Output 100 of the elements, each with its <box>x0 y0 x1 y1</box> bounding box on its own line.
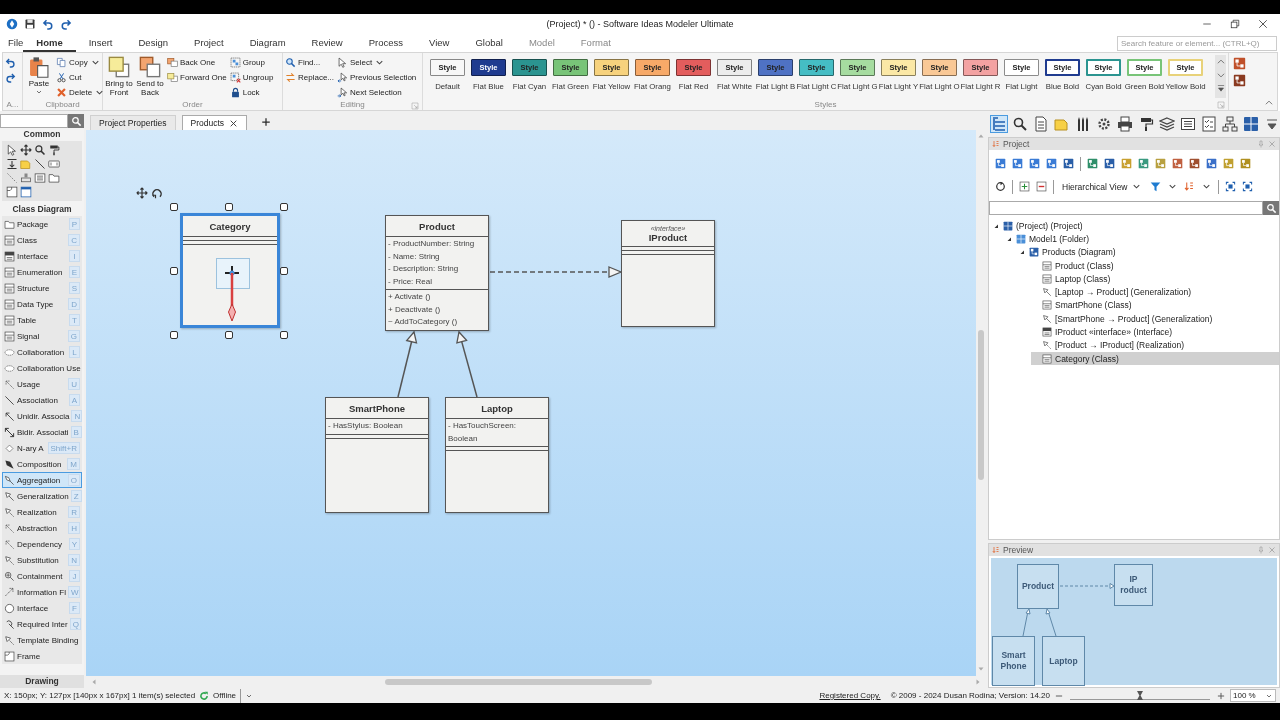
chevron-up-icon[interactable] <box>1264 98 1274 108</box>
class-box[interactable]: SmartPhone - HasStylus: Boolean <box>325 397 429 513</box>
menu-tab[interactable]: Project <box>181 34 237 52</box>
toolbox-item[interactable]: Collaboration Use <box>2 360 82 376</box>
resize-handle[interactable] <box>170 331 178 339</box>
search-icon[interactable] <box>34 144 46 156</box>
minus-box-icon[interactable] <box>1036 181 1047 192</box>
replace-button[interactable]: Replace... <box>285 70 335 84</box>
pointer-icon[interactable] <box>6 144 18 156</box>
search-field[interactable] <box>0 114 68 128</box>
toolbox-item[interactable]: Bidir. Associati B <box>2 424 82 440</box>
checklist-icon[interactable] <box>1201 116 1217 132</box>
toolbox-item[interactable]: Interface I <box>2 248 82 264</box>
generalization-arrow[interactable] <box>397 330 418 398</box>
toolbox-item[interactable]: Package P <box>2 216 82 232</box>
diagram-icon[interactable] <box>1172 158 1183 169</box>
select-button[interactable]: Select <box>337 55 417 69</box>
printer-icon[interactable] <box>1117 116 1133 132</box>
tree-item[interactable]: Laptop (Class) <box>1031 272 1279 286</box>
diagram-icon[interactable] <box>1063 158 1074 169</box>
diagram-icon[interactable] <box>1029 158 1040 169</box>
slider-thumb[interactable] <box>1137 691 1143 700</box>
close-icon[interactable] <box>1258 19 1268 29</box>
app-logo-icon[interactable] <box>6 18 18 30</box>
toolbox-item[interactable]: Collaboration L <box>2 344 82 360</box>
tree-list-icon[interactable] <box>991 116 1007 132</box>
diagram-icon[interactable] <box>1087 158 1098 169</box>
resize-handle[interactable] <box>225 331 233 339</box>
class-box[interactable]: Product - ProductNumber: String - Name: String - Description: String - Price: Real + Activate () + Deactivate () ~ AddToCategory () <box>385 215 489 331</box>
toolbox-item[interactable]: Signal G <box>2 328 82 344</box>
resize-handle[interactable] <box>225 203 233 211</box>
menu-tab[interactable]: View <box>416 34 463 52</box>
plus-icon[interactable] <box>261 117 272 127</box>
menu-tab[interactable]: File <box>0 34 24 52</box>
tree-item[interactable]: [SmartPhone → Product] (Generalization) <box>1031 312 1279 326</box>
zoom-slider[interactable] <box>1070 691 1210 700</box>
generalization-arrow[interactable] <box>456 330 478 398</box>
delete-button[interactable]: Delete <box>56 85 106 99</box>
menu-tab[interactable]: Process <box>355 34 417 52</box>
menu-tab[interactable]: Model <box>515 34 568 52</box>
view-dropdown[interactable]: Hierarchical View <box>1060 181 1144 192</box>
toolbox-item[interactable]: Required Inter Q <box>2 616 82 632</box>
toolbox-item[interactable]: Class C <box>2 232 82 248</box>
tree-item[interactable]: Model1 (Folder) <box>1005 232 1279 246</box>
more-icon[interactable] <box>1215 82 1226 94</box>
search-button[interactable] <box>68 114 84 128</box>
toolbox-item[interactable]: Dependency Y <box>2 536 82 552</box>
layers-icon[interactable] <box>1159 116 1175 132</box>
toolbox-item[interactable]: Table T <box>2 312 82 328</box>
menu-tab[interactable]: Diagram <box>236 34 299 52</box>
toolbox-item[interactable]: Template Binding <box>2 632 82 648</box>
find-button[interactable]: Find... <box>285 55 335 69</box>
tree-item[interactable]: [Product → IProduct] (Realization) <box>1031 338 1279 352</box>
scrollbar-thumb[interactable] <box>978 330 984 480</box>
menu-tab[interactable]: Insert <box>75 34 126 52</box>
search-button[interactable] <box>1263 201 1279 215</box>
class-box[interactable]: Category <box>180 213 280 328</box>
toolbox-item[interactable]: Realization R <box>2 504 82 520</box>
paste-button[interactable]: Paste <box>25 55 53 96</box>
copy-button[interactable]: Copy <box>56 55 106 69</box>
line-icon[interactable] <box>34 158 46 170</box>
toolbox-item[interactable]: Aggregation O <box>2 472 82 488</box>
search-field[interactable] <box>989 201 1263 215</box>
cycle-arrows-icon[interactable] <box>995 181 1006 192</box>
class-box[interactable]: Laptop - HasTouchScreen: Boolean <box>445 397 549 513</box>
bring-to-front-button[interactable]: Bring to Front <box>105 55 133 97</box>
save-icon[interactable] <box>24 18 36 30</box>
diagram-icon[interactable] <box>1233 74 1246 87</box>
tree-item[interactable]: [Laptop → Product] (Generalization) <box>1031 285 1279 299</box>
diagram-icon[interactable] <box>1233 57 1246 70</box>
tree-item[interactable]: SmartPhone (Class) <box>1031 298 1279 313</box>
tree-item[interactable]: Category (Class) <box>1031 351 1279 366</box>
resize-handle[interactable] <box>280 203 288 211</box>
close-icon[interactable] <box>229 118 239 128</box>
tree-item[interactable]: IProduct «interface» (Interface) <box>1031 325 1279 339</box>
list-box-icon[interactable] <box>1180 116 1196 132</box>
previous-selection-button[interactable]: Previous Selection <box>337 70 417 84</box>
menu-tab[interactable]: Format <box>567 34 624 52</box>
folder-icon[interactable] <box>48 172 60 184</box>
tree-item[interactable]: (Project) (Project) <box>992 219 1279 233</box>
toolbox-item[interactable]: Data Type D <box>2 296 82 312</box>
registration-link[interactable]: Registered Copy. <box>819 691 881 700</box>
resize-handle[interactable] <box>280 331 288 339</box>
diagram-icon[interactable] <box>1189 158 1200 169</box>
toolbox-item[interactable]: N-ary A Shift+R <box>2 440 82 456</box>
resize-handle[interactable] <box>170 267 178 275</box>
grid-icon[interactable] <box>1243 116 1259 132</box>
paint-roller-icon[interactable] <box>48 144 60 156</box>
scrollbar-thumb[interactable] <box>385 679 652 685</box>
undo-icon[interactable] <box>42 18 54 30</box>
window-icon[interactable] <box>20 186 32 198</box>
diagram-icon[interactable] <box>995 158 1006 169</box>
move-icon[interactable] <box>136 187 148 199</box>
toolbox-item[interactable]: Abstraction H <box>2 520 82 536</box>
resize-handle[interactable] <box>170 203 178 211</box>
zoom-dropdown[interactable]: 100 % <box>1230 689 1276 702</box>
search-field[interactable]: Search feature or element... (CTRL+Q) <box>1117 35 1277 51</box>
toolbox-item[interactable]: Information Fl W <box>2 584 82 600</box>
fit-frame-icon[interactable] <box>1241 181 1253 192</box>
tree-item[interactable]: Product (Class) <box>1031 258 1279 273</box>
